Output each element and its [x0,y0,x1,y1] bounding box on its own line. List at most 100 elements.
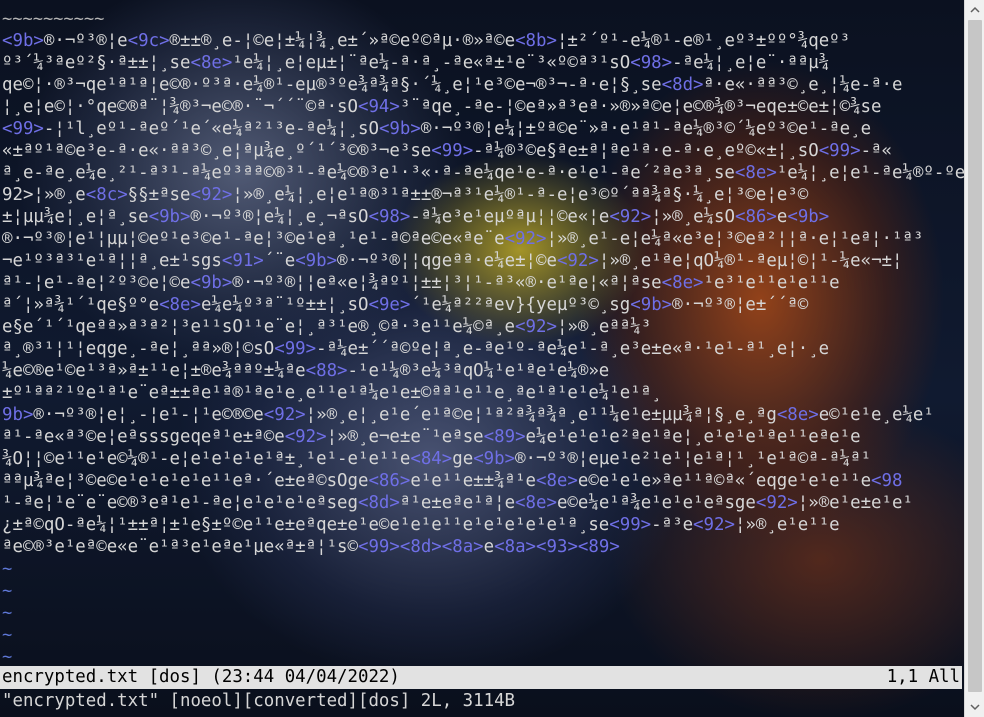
buffer-line[interactable]: ±¦µµ¾e¦¸e¦ª¸se<9b>®·¬º³®¦e¼¦¸e¸¬ªsO<98>-… [2,206,964,228]
escape-byte: <8d> [357,493,400,513]
escape-byte: <92> [504,229,547,249]
escape-byte: <98> [630,53,673,73]
escape-byte: <92> [263,405,306,425]
buffer-line[interactable]: ¾O¦¦©e¹¹e¹e©¼®¹-e¦e¹e¹e¹e¹ª±¸¹e¹-e¹e¹¹e<… [2,448,964,470]
status-line: encrypted.txt [dos] (23:44 04/04/2022) 1… [0,666,962,689]
tilde-filler-line: ~ [2,581,13,601]
text-run: e [776,207,788,227]
escape-byte: <8a> [494,537,537,555]
escape-byte: <8d> [399,537,442,555]
tilde-filler-line: ~ [2,625,13,645]
escape-byte: 9b> [2,405,34,425]
scrollbar-thumb[interactable] [968,20,982,692]
escape-byte: <88> [305,361,348,381]
escape-byte: <99> [274,339,317,359]
scrollbar-track[interactable] [965,20,984,697]
buffer-line[interactable]: ±º¹ªª²¹ºe¹ª¹e¨eª±±ªe¹ª®¹ªe¹e¸e¹¹e¹ª¼e¹e±… [2,382,964,404]
buffer-line[interactable]: ¬e¹º³ª³¹e¹ª¦¦ª¸e±¹sgs<91>´¨e<9b>®·¬º³®¦¦… [2,250,964,272]
escape-byte: <8b> [515,31,557,51]
text-run: ±º¹ªª²¹ºe¹ª¹e¨eª±±ªe¹ª®¹ªe¹e¸e¹¹e¹ª¼e¹e±… [2,383,662,403]
escape-byte: <8e> [515,493,557,513]
escape-byte: <9b> [295,251,338,271]
text-run: e©e¹e¹e»ªe¹¹ª©ª«´eqge¹e¹e¹¹e [577,471,872,491]
escape-byte: <8a> [441,537,484,555]
text-run: ¦»®¸e¦¸e¹e´e¹ª©e¦¹ª²ª¾ª¾ª¸e¹¹¼e¹e±µµ¾ª¦§… [305,405,777,425]
buffer-line[interactable]: ¼e©®e¹©e¹³ª»ª±¹¹e¦±®e¾ªªº±¼ªe<88>-¹e¹¼®³… [2,360,964,382]
escape-byte: <9b> [190,273,233,293]
buffer-line[interactable]: ª´¦»ª¾¹´¹qe§º°e<8e>e¼e¼º³ª¨¹º±±¦¸sO<9e>´… [2,294,964,316]
command-line[interactable]: "encrypted.txt" [noeol][converted][dos] … [2,689,515,713]
escape-byte: <9b> [630,295,673,315]
text-buffer[interactable]: <9b>®·¬º³®¦e<9c>®±±®¸e-¦©e¦±¼¦¾¸e±´»ª©eº… [2,30,964,555]
text-run: ge [452,449,474,469]
text-run: -ª¼®³©e§ªe±ª¦ªe¹ª·e-ª·e¸eº©«±¦¸sO [473,141,819,161]
text-run: -¦¹l¸eº¹-ªeº´¹e´«e¼ª²¹³e-ªe¼¦¸sO [43,119,379,139]
buffer-line[interactable]: e§e´¹´¹qeªª»ª³ª²¦³e¹¹sO¹¹e¨e¦¸ª³¹e®¸©ª·³… [2,316,964,338]
buffer-line[interactable]: ª¸e-ªe¸e¼e¸²¹-ª³¹-ª¼eº³ªª©®³¹-ªe¼©®³e¹·³… [2,162,964,184]
buffer-line[interactable]: ª¹-ªe«ª³©e¦eªsssgeqeª¹e±ª©e<92>¦»®¸e¬e±e… [2,426,964,448]
text-run: ¦»®¸eªª¼³ [556,317,652,337]
text-run: -ª¼e±´´ª©ºe¦ª¸e-ªe¹º-ªe¼e¹-ª¸e³e±e«ª·¹e¹… [316,339,830,359]
escape-byte: <98> [368,207,411,227]
text-run: ¦»®¸e¼¦¸e¦e¹ª®³¹ª±±®¬ª³¹e¼®¹-ª-e¦e³©º´ªª… [232,185,809,205]
text-run: -¹e¹¼®³e¼³ªqO¼¹e¹ªe¹e¼®»e [347,361,610,381]
buffer-line[interactable]: ª¹-¦e¹-ªe¦²º³©e¦©e<9b>®·¬º³®¦¦eª«e¦¾ªº¹¦… [2,272,964,294]
escape-byte: <93> [536,537,578,555]
text-run: ¦¸e¦e©¦·°qe©®ª¨¦¾®³¬e©®·¨¬´´¨©ª·sO [2,97,358,117]
status-file-info: encrypted.txt [dos] (23:44 04/04/2022) [2,667,400,687]
escape-byte: <8c> [85,185,128,205]
buffer-line[interactable]: º³´¼³ªeº²§·ª±±¦¸se<8e>¹e¼¦¸e¦eµ±¦¨ªe¼-ª·… [2,52,964,74]
buffer-line[interactable]: <99>-¦¹l¸eº¹-ªeº´¹e´«e¼ª²¹³e-ªe¼¦¸sO<9b>… [2,118,964,140]
escape-byte: <9b> [473,449,516,469]
escape-byte: <9b> [787,207,830,227]
vim-window[interactable]: ~~~~~~~~~~ <9b>®·¬º³®¦e<9c>®±±®¸e-¦©e¦±¼… [0,0,984,717]
buffer-line[interactable]: <9b>®·¬º³®¦e<9c>®±±®¸e-¦©e¦±¼¦¾¸e±´»ª©eº… [2,30,964,52]
escape-byte: <92> [693,515,735,535]
buffer-line[interactable]: 92>¦»®¸e<8c>§§±ªse<92>¦»®¸e¼¦¸e¦e¹ª®³¹ª±… [2,184,964,206]
escape-byte: <92> [190,185,233,205]
text-run: qe©¦·®³¬qe¹ª¹ª¦e©®·º³ª·e¼®¹-eµ®³ºe¾ª¾ª§·… [2,75,662,95]
scroll-up-arrow-icon[interactable] [965,0,984,20]
scroll-down-arrow-icon[interactable] [965,697,984,717]
buffer-line[interactable]: qe©¦·®³¬qe¹ª¹ª¦e©®·º³ª·e¼®¹-eµ®³ºe¾ª¾ª§·… [2,74,964,96]
text-run: ®·¬º³®¦e¼¦±ºª©e¨»ª·e¹ª¹-ªe¼®³©´¼eº³©e¹-ª… [420,119,872,139]
tilde-filler-line: ~ [2,647,13,667]
text-run: ¹-ªe¦¹e¨e¨e©®³eª¹e¹-ªe¦e¹e¹e¹eªseg [2,493,358,513]
buffer-line[interactable]: 9b>®·¬º³®¦e¦¸-¦e¹-¦¹e©®©e<92>¦»®¸e¦¸e¹e´… [2,404,964,426]
status-cursor-position: 1,1 All [886,667,960,687]
buffer-line[interactable]: ª¸®³¹¦¹¦eqge¸-ªe¦¸ªª»®¦©sO<99>-ª¼e±´´ª©º… [2,338,964,360]
text-run: e©¹e¹e¸e¼e¹ [818,405,934,425]
escape-byte: <99> [357,537,400,555]
text-run: ®·¬º³®¦e [43,31,128,51]
tilde-filler-line: ~ [2,603,13,623]
text-run: e¼e¼º³ª¨¹º±±¦¸sO [200,295,369,315]
vertical-scrollbar[interactable] [964,0,984,717]
text-run: e§e´¹´¹qeªª»ª³ª²¦³e¹¹sO¹¹e¨e¦¸ª³¹e®¸©ª·³… [2,317,516,337]
buffer-line[interactable]: ¦¸e¦e©¦·°qe©®ª¨¦¾®³¬e©®·¨¬´´¨©ª·sO<94>³¨… [2,96,964,118]
text-run: e©e¼e¹ª¾e¹e¹e¹eªsge [556,493,756,513]
escape-byte: <8d> [661,75,704,95]
buffer-line[interactable]: ¹-ªe¦¹e¨e¨e©®³eª¹e¹-ªe¦e¹e¹e¹eªseg<8d>ª¹… [2,492,964,514]
text-run: ´¨e [263,251,296,271]
buffer-line[interactable]: ªªµ¾ªe¦³©e©e¹e¹e¹e¹e¹¹eª·´e±eª©sOge<86>e… [2,470,964,492]
text-run: ¾O¦¦©e¹¹e¹e©¼®¹-e¦e¹e¹e¹e¹ª±¸¹e¹-e¹e¹¹e [2,449,411,469]
escape-byte: <84> [410,449,453,469]
escape-byte: <8e> [535,471,578,491]
text-run: -ªe¼¦¸e¦e¨·ªªµ¾ [672,53,830,73]
text-run: ¦»®e¹e±e¹e¹ [797,493,913,513]
buffer-line[interactable]: ¿±ª©qO-ªe¼¦¹±±ª¦±¹e§±º©e¹¹e±eªqe±e¹e©e¹e… [2,514,964,536]
text-run: ¦»®¸e¹ªe¦qO¼®¹-ªeµ¦©¦¹-¼e«¬±¦ [598,251,903,271]
buffer-line[interactable]: «±ªº¹ª©e³e-ª·e«·ªª³©¸e¦ªµ¾e¸º´¹´³©®³¬e³s… [2,140,964,162]
text-run: e¼e¹e¹e¹e²ªe¹ªe¦¸e¹e¹e¹ªe¹¹eªe¹e [525,427,861,447]
escape-byte: <8e> [734,163,777,183]
text-run: ®·¬º³®¦¦eª«e¦¾ªº¹¦±±¦³¦¹-ª³«®·e¹ªe¦«ª¦ªs… [232,273,662,293]
escape-byte: <92> [556,251,599,271]
text-run: e¹e¹¹e±±¾ª¹e [410,471,536,491]
escape-byte: <8e> [776,405,819,425]
text-run: ®·¬º³®¦e¹¦µµ¦©eº¹e³©e¹-ªe¦³©e¹eª¸¹e¹-ª©ª… [2,229,505,249]
buffer-line[interactable]: ªe©®³e¹eª©e«e¨e¹ª³e¹eªe¹µe«ª±ª¦¹s©<99><8… [2,536,964,555]
buffer-line[interactable]: ®·¬º³®¦e¹¦µµ¦©eº¹e³©e¹-ªe¦³©e¹eª¸¹e¹-ª©ª… [2,228,964,250]
text-run: ®·¬º³®¦e¼¦¸e¸¬ªsO [190,207,369,227]
text-run: ª´¦»ª¾¹´¹qe§º°e [2,295,160,315]
text-run: ®±±®¸e-¦©e¦±¼¦¾¸e±´»ª©eº©ªµ·®»ª©e [169,31,516,51]
